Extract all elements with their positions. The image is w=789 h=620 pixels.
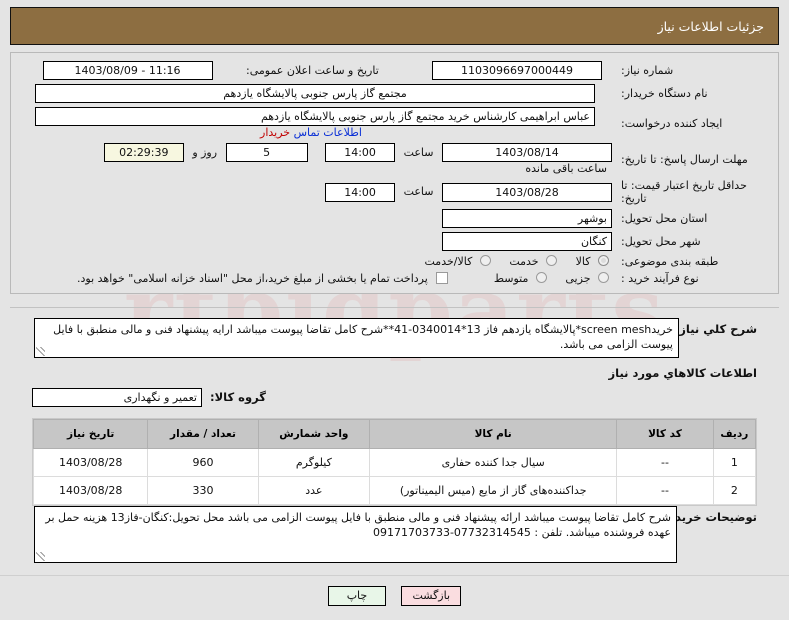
subject-class-option-kala-label: کالا — [575, 255, 591, 268]
goods-col-qty: تعداد / مقدار — [147, 419, 259, 449]
buyer-contact-link-label: اطلاعات تماس — [293, 126, 362, 139]
page-title: جزئیات اطلاعات نیاز — [10, 7, 779, 45]
announce-datetime-input[interactable]: 11:16 - 1403/08/09 — [42, 61, 213, 80]
buyer-contact-link[interactable]: اطلاعات تماس خریدار — [260, 126, 362, 139]
radio-icon[interactable] — [479, 255, 491, 266]
need-details-form: شماره نیاز: 1103096697000449 تاریخ و ساع… — [15, 59, 774, 287]
form-row-reply-deadline: مهلت ارسال پاسخ: تا تاریخ: 1403/08/14 سا… — [15, 141, 774, 177]
buyer-org-input[interactable]: مجتمع گاز پارس جنوبی پالایشگاه یازدهم — [35, 84, 595, 103]
treasury-bond-checkbox-label: پرداخت تمام یا بخشی از مبلغ خرید،از محل … — [77, 272, 428, 285]
cell-code: -- — [616, 448, 714, 477]
cell-qty: 960 — [147, 448, 259, 477]
need-number-label: شماره نیاز: — [621, 64, 674, 77]
purchase-type-option-jozi[interactable]: جزیی — [565, 272, 612, 285]
reply-deadline-time-input[interactable]: 14:00 — [325, 143, 396, 162]
form-row-city: شهر محل تحویل: کنگان — [15, 230, 774, 253]
form-row-subject-class: طبقه بندی موضوعی: کالا خدمت کالا/خدمت — [15, 253, 774, 270]
goods-col-name: نام کالا — [369, 419, 618, 449]
buyer-contact-link-suffix: خریدار — [260, 126, 291, 139]
province-label: استان محل تحویل: — [621, 212, 708, 225]
goods-col-date: تاریخ نیاز — [32, 419, 149, 449]
cell-name: سیال جدا کننده حفاری — [369, 448, 618, 477]
subject-class-option-kala-khedmat[interactable]: کالا/خدمت — [425, 255, 494, 268]
checkbox-icon[interactable] — [436, 272, 449, 284]
cell-unit: عدد — [257, 476, 371, 505]
need-details-panel: شماره نیاز: 1103096697000449 تاریخ و ساع… — [10, 52, 779, 294]
province-input[interactable]: بوشهر — [442, 209, 612, 228]
goods-section-title: اطلاعات كالاهاي مورد نياز — [608, 366, 757, 380]
buyer-org-label: نام دستگاه خریدار: — [621, 87, 708, 100]
subject-class-option-kala-khedmat-label: کالا/خدمت — [424, 255, 473, 268]
footer-button-bar: بازگشت چاپ — [0, 586, 789, 606]
print-button[interactable]: چاپ — [327, 586, 386, 606]
purchase-type-option-jozi-label: جزیی — [565, 272, 591, 285]
reply-deadline-date-input[interactable]: 1403/08/14 — [442, 143, 612, 162]
requester-label: ایجاد کننده درخواست: — [621, 116, 723, 130]
cell-unit: کیلوگرم — [257, 448, 371, 477]
radio-icon[interactable] — [546, 255, 558, 266]
cell-qty: 330 — [147, 476, 259, 505]
goods-table-header-row: ردیف کد کالا نام کالا واحد شمارش تعداد /… — [32, 419, 757, 449]
remaining-days-input: 5 — [225, 143, 308, 162]
goods-table: ردیف کد کالا نام کالا واحد شمارش تعداد /… — [32, 419, 757, 505]
purchase-type-label: نوع فرآیند خرید : — [621, 272, 699, 285]
announce-label: تاریخ و ساعت اعلان عمومی: — [246, 64, 379, 77]
price-validity-time-input[interactable]: 14:00 — [325, 182, 396, 202]
footer-divider — [0, 575, 789, 576]
radio-icon[interactable] — [535, 272, 547, 283]
price-validity-label: حداقل تاریخ اعتبار قیمت: تا تاریخ: — [621, 179, 747, 205]
radio-icon[interactable] — [598, 255, 609, 266]
goods-table-wrapper: ردیف کد کالا نام کالا واحد شمارش تعداد /… — [32, 418, 757, 506]
buyer-notes-row: توضیحات خریدار: شرح کامل تقاضا پیوست میب… — [32, 506, 757, 563]
table-row[interactable]: 1 -- سیال جدا کننده حفاری کیلوگرم 960 14… — [32, 448, 757, 477]
reply-deadline-label: مهلت ارسال پاسخ: تا تاریخ: — [621, 152, 748, 166]
city-input[interactable]: کنگان — [442, 232, 612, 251]
subject-class-option-kala[interactable]: کالا — [576, 255, 612, 268]
buyer-notes-label: توضیحات خریدار: — [659, 510, 757, 524]
city-label: شهر محل تحویل: — [621, 235, 701, 248]
goods-group-label: گروه كالا: — [210, 390, 266, 404]
need-number-input[interactable]: 1103096697000449 — [432, 61, 602, 80]
cell-index: 1 — [712, 448, 757, 477]
buyer-notes-textarea[interactable]: شرح کامل تقاضا پیوست میباشد ارائه پیشنها… — [34, 506, 677, 563]
need-description-textarea[interactable]: خریدscreen mesh*پالایشگاه یازدهم فاز 13*… — [34, 318, 679, 358]
divider-above-description — [10, 307, 779, 308]
back-button[interactable]: بازگشت — [401, 586, 462, 606]
form-row-need-number: شماره نیاز: 1103096697000449 تاریخ و ساع… — [15, 59, 774, 82]
cell-name: جداکننده‌های گاز از مایع (میس الیمیناتور… — [369, 476, 618, 505]
price-validity-date-input[interactable]: 1403/08/28 — [442, 182, 612, 202]
form-row-purchase-type: نوع فرآیند خرید : جزیی متوسط پرداخت تمام… — [15, 270, 774, 287]
goods-col-index: ردیف — [712, 419, 757, 449]
need-description-row: شرح کلي نياز: خریدscreen mesh*پالایشگاه … — [32, 318, 757, 358]
purchase-type-option-motevaset-label: متوسط — [493, 272, 529, 285]
subject-class-option-khedmat-label: خدمت — [509, 255, 539, 268]
goods-col-unit: واحد شمارش — [257, 419, 371, 449]
need-description-label: شرح کلي نياز: — [674, 322, 757, 336]
remaining-time-label: ساعت باقی مانده — [525, 162, 607, 175]
price-validity-time-label: ساعت — [403, 185, 434, 198]
purchase-type-option-motevaset[interactable]: متوسط — [494, 272, 550, 285]
form-row-province: استان محل تحویل: بوشهر — [15, 207, 774, 230]
cell-date: 1403/08/28 — [32, 476, 149, 505]
remaining-countdown: 02:29:39 — [103, 143, 184, 162]
remaining-days-separator: روز و — [192, 145, 218, 159]
reply-deadline-time-label: ساعت — [403, 145, 434, 159]
table-row[interactable]: 2 -- جداکننده‌های گاز از مایع (میس الیمی… — [32, 476, 757, 505]
subject-class-option-khedmat[interactable]: خدمت — [509, 255, 560, 268]
radio-icon[interactable] — [598, 272, 609, 283]
goods-group-input[interactable]: تعمیر و نگهداری — [32, 388, 202, 407]
cell-code: -- — [616, 476, 714, 505]
form-row-buyer-org: نام دستگاه خریدار: مجتمع گاز پارس جنوبی … — [15, 82, 774, 105]
cell-index: 2 — [712, 476, 757, 505]
form-row-price-validity: حداقل تاریخ اعتبار قیمت: تا تاریخ: 1403/… — [15, 177, 774, 207]
subject-class-label: طبقه بندی موضوعی: — [621, 255, 719, 268]
form-row-requester: ایجاد کننده درخواست: عباس ابراهیمی کارشن… — [15, 105, 774, 141]
treasury-bond-checkbox-group[interactable]: پرداخت تمام یا بخشی از مبلغ خرید،از محل … — [77, 272, 452, 285]
page-title-text: جزئیات اطلاعات نیاز — [657, 18, 764, 34]
requester-input[interactable]: عباس ابراهیمی کارشناس خرید مجتمع گاز پار… — [35, 107, 595, 126]
page-root: rtbidparts جزئیات اطلاعات نیاز شماره نیا… — [0, 0, 789, 620]
goods-col-code: کد کالا — [616, 419, 714, 449]
cell-date: 1403/08/28 — [32, 448, 149, 477]
goods-group-row: گروه كالا: تعمیر و نگهداری — [32, 388, 757, 407]
